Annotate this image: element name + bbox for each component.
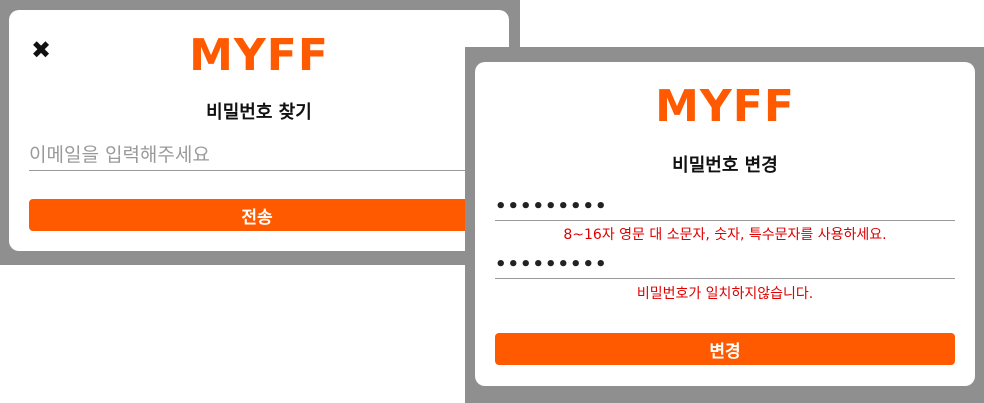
change-password-modal: MYFF 비밀번호 변경 ••••••••• 8~16자 영문 대 소문자, 숫… <box>475 62 975 386</box>
page-title: 비밀번호 찾기 <box>206 102 312 123</box>
logo: MYFF <box>189 30 329 81</box>
confirm-error-message: 비밀번호가 일치하지않습니다. <box>636 286 814 302</box>
new-password-field[interactable]: ••••••••• <box>495 196 955 221</box>
logo: MYFF <box>655 81 795 132</box>
page-title: 비밀번호 변경 <box>672 155 778 176</box>
email-input[interactable] <box>29 142 485 171</box>
change-button[interactable]: 변경 <box>495 333 955 365</box>
confirm-password-field[interactable]: ••••••••• <box>495 254 955 279</box>
find-password-modal: ✖ MYFF 비밀번호 찾기 전송 <box>9 10 509 251</box>
close-icon[interactable]: ✖ <box>31 38 51 62</box>
send-button[interactable]: 전송 <box>29 199 485 231</box>
password-error-message: 8~16자 영문 대 소문자, 숫자, 특수문자를 사용하세요. <box>563 227 887 243</box>
